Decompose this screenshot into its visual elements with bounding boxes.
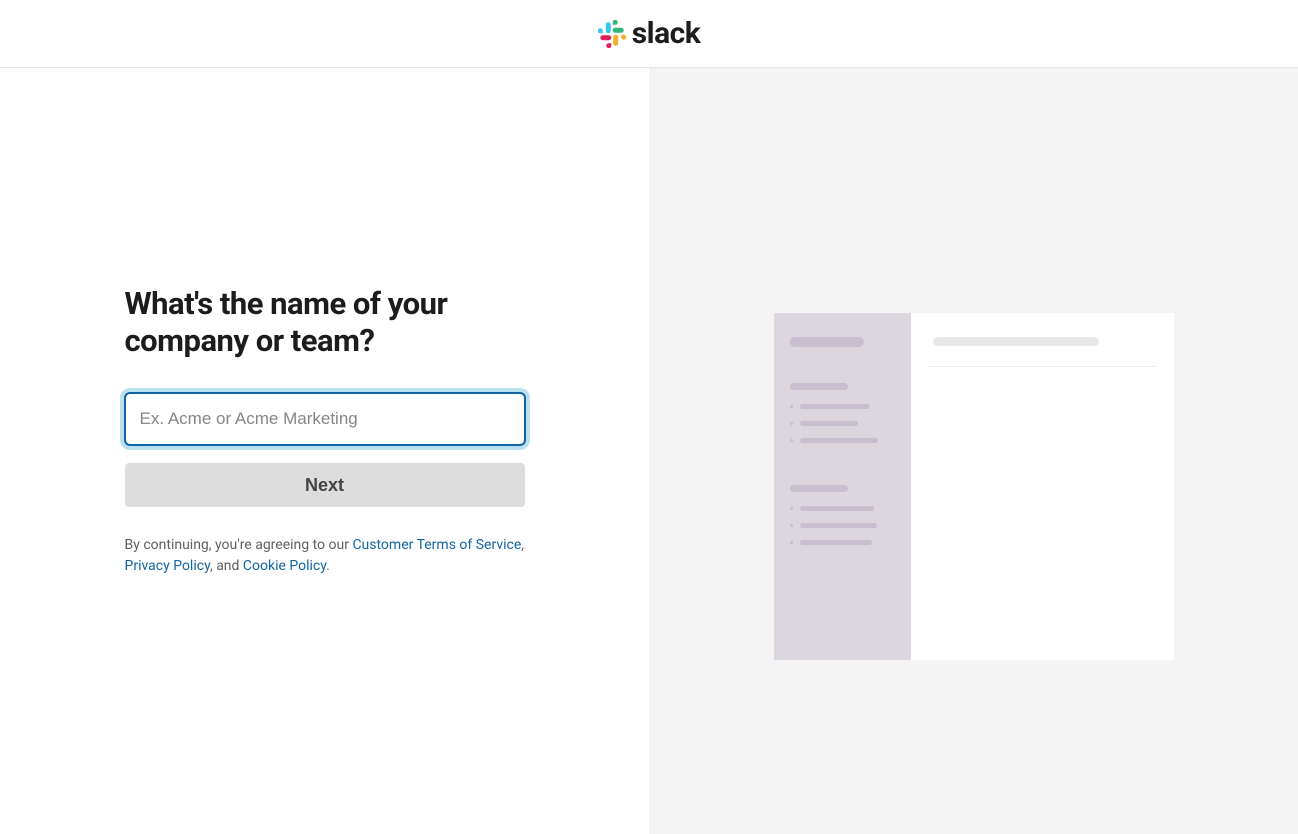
right-panel	[649, 68, 1298, 834]
mockup-sidebar	[774, 313, 911, 660]
next-button[interactable]: Next	[125, 463, 525, 507]
mockup-channel-placeholder	[800, 421, 858, 426]
mockup-bullet-icon	[790, 524, 793, 527]
mockup-channel-item	[790, 506, 895, 511]
mockup-channel-placeholder	[800, 523, 877, 528]
mockup-divider	[929, 366, 1156, 367]
legal-suffix: .	[326, 558, 330, 574]
privacy-link[interactable]: Privacy Policy	[125, 558, 210, 574]
mockup-channel-item	[790, 523, 895, 528]
mockup-main-area	[911, 313, 1174, 660]
cookie-link[interactable]: Cookie Policy	[243, 558, 326, 574]
header: slack	[0, 0, 1298, 68]
mockup-channel-placeholder	[800, 438, 878, 443]
legal-prefix: By continuing, you're agreeing to our	[125, 537, 353, 553]
legal-sep2: , and	[210, 558, 243, 574]
legal-sep1: ,	[521, 537, 524, 553]
left-panel: What's the name of your company or team?…	[0, 68, 649, 834]
mockup-section-header	[790, 383, 848, 390]
page-title: What's the name of your company or team?	[125, 285, 525, 359]
mockup-channel-item	[790, 421, 895, 426]
mockup-bullet-icon	[790, 541, 793, 544]
slack-logo: slack	[598, 16, 701, 51]
main-container: What's the name of your company or team?…	[0, 68, 1298, 834]
mockup-channel-placeholder	[800, 506, 874, 511]
mockup-bullet-icon	[790, 507, 793, 510]
mockup-workspace-placeholder	[790, 337, 864, 347]
mockup-bullet-icon	[790, 405, 793, 408]
team-name-input[interactable]	[125, 393, 525, 445]
mockup-channel-placeholder	[800, 540, 872, 545]
mockup-title-placeholder	[933, 337, 1099, 346]
mockup-bullet-icon	[790, 422, 793, 425]
preview-mockup	[774, 313, 1174, 660]
legal-text: By continuing, you're agreeing to our Cu…	[125, 535, 525, 577]
mockup-channel-item	[790, 540, 895, 545]
input-wrapper	[125, 393, 525, 445]
mockup-bullet-icon	[790, 439, 793, 442]
mockup-channel-item	[790, 438, 895, 443]
form-content: What's the name of your company or team?…	[125, 285, 525, 577]
slack-icon	[598, 20, 626, 48]
mockup-channel-item	[790, 404, 895, 409]
terms-link[interactable]: Customer Terms of Service	[352, 537, 521, 553]
mockup-channel-placeholder	[800, 404, 870, 409]
brand-name: slack	[632, 16, 701, 51]
mockup-section-header	[790, 485, 848, 492]
mockup-section2	[790, 485, 895, 545]
